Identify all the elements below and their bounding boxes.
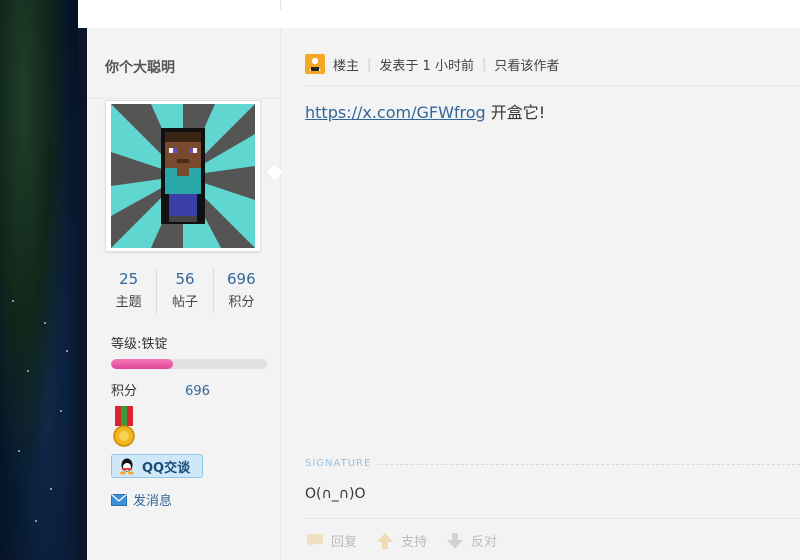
reply-icon [307, 533, 323, 548]
post-meta-divider [305, 85, 800, 86]
reply-button[interactable]: 回复 [305, 531, 357, 550]
meta-separator: | [367, 56, 372, 72]
qq-icon [120, 458, 134, 475]
qq-chat-label: QQ交谈 [142, 460, 191, 476]
thumb-up-icon [377, 532, 394, 549]
level-progress-fill [111, 359, 174, 369]
oppose-button[interactable]: 反对 [445, 531, 497, 550]
stat-topics[interactable]: 25 主题 [101, 268, 158, 314]
stat-label: 主题 [115, 295, 142, 310]
post-text: 开盒它! [485, 103, 546, 122]
only-author-link[interactable]: 只看该作者 [494, 55, 559, 74]
top-strip [78, 0, 800, 28]
stat-value[interactable]: 25 [101, 270, 156, 288]
support-label: 支持 [401, 535, 428, 550]
stat-posts[interactable]: 56 帖子 [157, 268, 214, 314]
forum-post: 你个大聪明 25 主题 56 帖子 696 积分 等级:铁锭 积分 696 QQ… [87, 28, 800, 560]
post-link[interactable]: https://x.com/GFWfrog [305, 103, 486, 122]
credit-row: 积分 696 [111, 380, 271, 399]
stat-label: 帖子 [171, 295, 198, 310]
background-backdrop [0, 0, 78, 560]
stat-label: 积分 [228, 295, 255, 310]
thumb-down-icon [447, 532, 464, 549]
medal-icon[interactable] [111, 406, 137, 448]
avatar-pointer [264, 163, 283, 182]
support-button[interactable]: 支持 [375, 531, 427, 550]
actions-divider [305, 518, 800, 519]
author-name[interactable]: 你个大聪明 [105, 57, 175, 77]
post-time: 发表于 1 小时前 [379, 58, 474, 74]
signature-divider: SIGNATURE [305, 458, 800, 470]
top-strip-divider [280, 0, 281, 10]
avatar-frame[interactable] [105, 100, 261, 252]
signature-label: SIGNATURE [305, 458, 378, 469]
stat-credits[interactable]: 696 积分 [214, 268, 269, 314]
send-message-link[interactable]: 发消息 [111, 490, 172, 509]
stat-value[interactable]: 696 [214, 270, 269, 288]
post-content: 楼主 | 发表于 1 小时前 | 只看该作者 https://x.com/GFW… [281, 28, 800, 560]
level-progress-bar [111, 359, 267, 369]
post-actions: 回复 支持 反对 [305, 531, 515, 550]
signature-text: O(∩_∩)O [305, 486, 366, 502]
reply-label: 回复 [331, 535, 358, 550]
oppose-label: 反对 [471, 535, 498, 550]
post-meta: 楼主 | 发表于 1 小时前 | 只看该作者 [305, 52, 559, 76]
send-message-label: 发消息 [133, 494, 173, 509]
user-level: 等级:铁锭 [111, 337, 168, 352]
post-author-role: 楼主 [333, 58, 360, 74]
stat-value[interactable]: 56 [157, 270, 212, 288]
mail-icon [111, 493, 127, 506]
author-divider [87, 98, 280, 99]
credit-label: 积分 [111, 384, 138, 399]
author-stats: 25 主题 56 帖子 696 积分 [101, 268, 269, 314]
louzhu-icon [305, 54, 325, 74]
meta-separator: | [481, 56, 487, 72]
avatar[interactable] [111, 104, 255, 248]
post-body: https://x.com/GFWfrog 开盒它! [305, 99, 545, 123]
signature-dashed-line [305, 464, 800, 465]
credit-value[interactable]: 696 [185, 384, 210, 399]
author-sidebar: 你个大聪明 25 主题 56 帖子 696 积分 等级:铁锭 积分 696 QQ… [87, 28, 283, 560]
qq-chat-button[interactable]: QQ交谈 [111, 454, 203, 478]
